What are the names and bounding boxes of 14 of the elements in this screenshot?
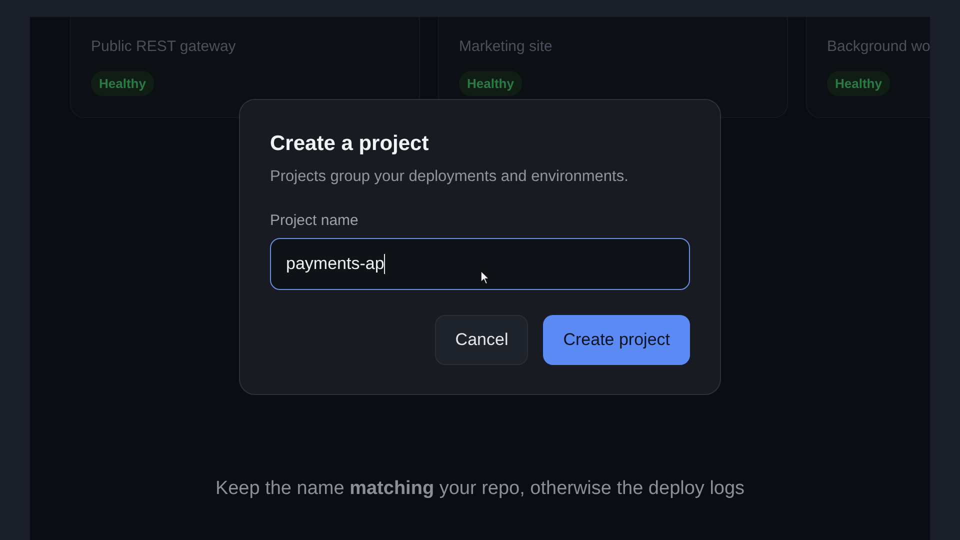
project-description: Public REST gateway <box>91 38 236 55</box>
dialog-description: Projects group your deployments and environments. <box>270 168 628 186</box>
mouse-pointer-icon <box>480 270 490 285</box>
caption-text: Keep the name matching your repo, otherwise the deploy logs <box>214 478 746 500</box>
status-badge: Healthy <box>459 71 522 96</box>
status-badge: Healthy <box>827 71 890 96</box>
project-name-field[interactable]: payments-ap <box>270 238 690 290</box>
dialog-title: Create a project <box>270 132 429 156</box>
create-button[interactable]: Create project <box>543 315 690 365</box>
cancel-button[interactable]: Cancel <box>435 315 528 365</box>
project-description: Marketing site <box>459 38 552 55</box>
field-label: Project name <box>270 212 358 229</box>
project-description: Background wo <box>827 38 930 55</box>
status-badge: Healthy <box>91 71 154 96</box>
